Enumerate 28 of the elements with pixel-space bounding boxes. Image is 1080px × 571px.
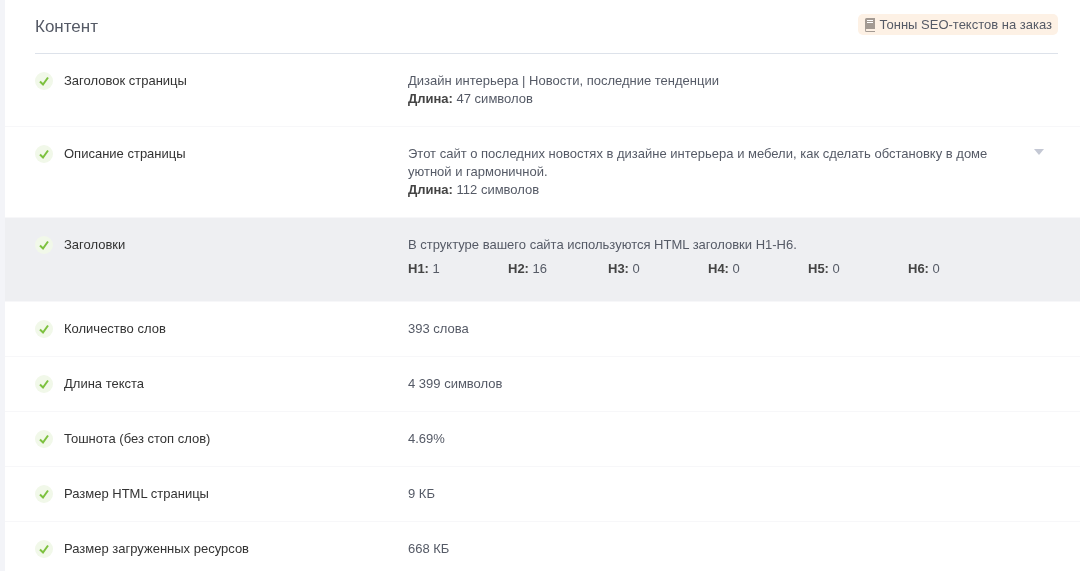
promo-link[interactable]: Тонны SEO-текстов на заказ: [857, 14, 1058, 35]
row-label: Тошнота (без стоп слов): [64, 430, 211, 448]
row-label: Размер загруженных ресурсов: [64, 540, 250, 558]
row-value: 393 слова: [408, 320, 470, 338]
row-value: 9 КБ: [408, 485, 436, 503]
row-value: 4 399 символов: [408, 375, 504, 393]
row-value: Длина: 112 символов: [408, 181, 541, 199]
book-icon: [863, 17, 875, 32]
row-label: Заголовки: [64, 236, 126, 254]
row-value: Длина: 47 символов: [408, 90, 534, 108]
row-value: 668 КБ: [408, 540, 451, 558]
heading-count: H6: 0: [908, 260, 941, 278]
row-label: Размер HTML страницы: [64, 485, 209, 503]
row-value: Этот сайт о последних новостях в дизайне интерьера и мебели, как сделать обстановку в доме уютной и гармоничной.: [408, 145, 989, 181]
row-label: Длина текста: [64, 375, 145, 393]
caret-icon[interactable]: [1034, 149, 1044, 155]
row-value: Дизайн интерьера | Новости, последние тенденции: [408, 72, 720, 90]
row-label: Заголовок страницы: [64, 72, 187, 90]
heading-count: H2: 16: [508, 260, 549, 278]
row-label: Количество слов: [64, 320, 166, 338]
row-label: Описание страницы: [64, 145, 186, 163]
heading-count: H4: 0: [708, 260, 741, 278]
section-title: Контент: [35, 16, 98, 37]
heading-count: H3: 0: [608, 260, 641, 278]
row-value: 4.69%: [408, 430, 446, 448]
row-value: В структуре вашего сайта используются HTML заголовки H1-H6.: [408, 236, 798, 254]
heading-count: H1: 1: [408, 260, 441, 278]
heading-count: H5: 0: [808, 260, 841, 278]
